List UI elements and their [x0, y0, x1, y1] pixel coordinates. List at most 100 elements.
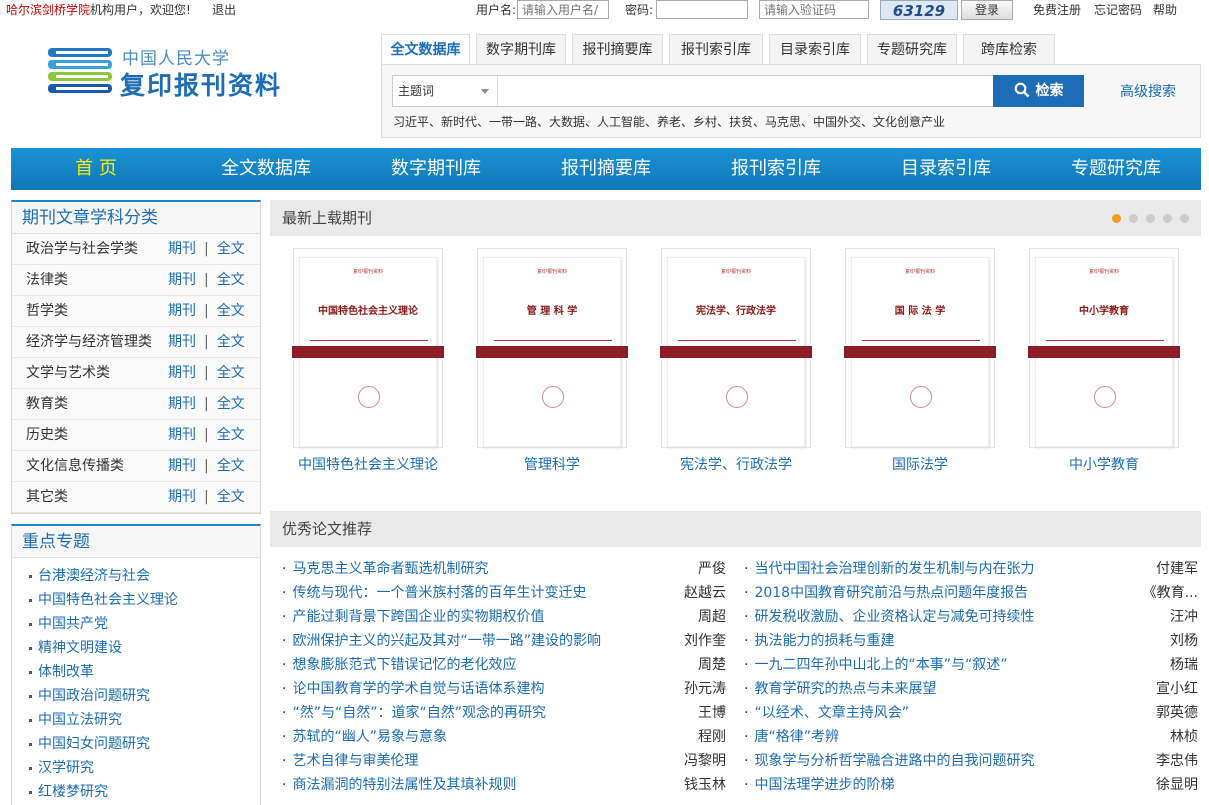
topic-item[interactable]: 中国特色社会主义理论	[12, 588, 260, 612]
journal-cover[interactable]: 复印报刊资料 中国特色社会主义理论	[292, 248, 444, 448]
category-journal-link[interactable]: 期刊	[168, 365, 196, 381]
site-logo[interactable]: 中国人民大学 复印报刊资料	[46, 44, 286, 100]
search-field-select[interactable]: 主题词	[398, 76, 498, 106]
tab-topic[interactable]: 专题研究库	[867, 34, 957, 65]
nav-digital-journal[interactable]: 数字期刊库	[351, 148, 521, 190]
category-fulltext-link[interactable]: 全文	[217, 365, 245, 381]
journal-cover[interactable]: 复印报刊资料国 际 法 学	[844, 248, 996, 448]
topic-item[interactable]: 红楼梦研究	[12, 780, 260, 804]
paper-title[interactable]: 执法能力的损耗与重建	[744, 629, 894, 653]
nav-catalog[interactable]: 目录索引库	[861, 148, 1031, 190]
category-name: 法律类	[26, 272, 68, 288]
paper-title[interactable]: 唐“格律”考辨	[744, 725, 839, 749]
slider-dot[interactable]	[1163, 214, 1172, 223]
paper-title[interactable]: 2018中国教育研究前沿与热点问题年度报告	[744, 581, 1028, 605]
paper-title[interactable]: 艺术自律与审美伦理	[282, 749, 418, 773]
help-link[interactable]: 帮助	[1153, 1, 1177, 18]
journal-card[interactable]: 复印报刊资料管 理 科 学管理科学	[476, 248, 628, 474]
tab-abstract[interactable]: 报刊摘要库	[572, 34, 663, 65]
cover-title: 中国特色社会主义理论	[318, 306, 418, 317]
nav-topic[interactable]: 专题研究库	[1031, 148, 1201, 190]
paper-title[interactable]: 想象膨胀范式下错误记忆的老化效应	[282, 653, 516, 677]
captcha-image[interactable]: 63129	[880, 0, 958, 20]
journal-card[interactable]: 复印报刊资料 中小学教育中小学教育	[1028, 248, 1180, 474]
tab-fulltext[interactable]: 全文数据库	[381, 34, 470, 66]
paper-title[interactable]: 当代中国社会治理创新的发生机制与内在张力	[744, 557, 1034, 581]
tab-cross-db[interactable]: 跨库检索	[963, 34, 1055, 65]
topic-item[interactable]: 精神文明建设	[12, 636, 260, 660]
login-button[interactable]: 登录	[961, 0, 1013, 20]
search-input[interactable]	[503, 77, 983, 105]
category-fulltext-link[interactable]: 全文	[217, 241, 245, 257]
username-input[interactable]	[517, 0, 609, 19]
journal-name[interactable]: 管理科学	[477, 454, 627, 474]
category-fulltext-link[interactable]: 全文	[217, 272, 245, 288]
nav-fulltext[interactable]: 全文数据库	[181, 148, 351, 190]
paper-title[interactable]: 商法漏洞的特别法属性及其填补规则	[282, 773, 516, 797]
paper-title[interactable]: 产能过剩背景下跨国企业的实物期权价值	[282, 605, 544, 629]
topic-item[interactable]: 中国政治问题研究	[12, 684, 260, 708]
paper-title[interactable]: 苏轼的“幽人”易象与意象	[282, 725, 447, 749]
logout-link[interactable]: 退出	[212, 1, 236, 18]
slider-dot[interactable]	[1180, 214, 1189, 223]
register-link[interactable]: 免费注册	[1033, 1, 1081, 18]
journal-card[interactable]: 复印报刊资料 宪法学、行政法学宪法学、行政法学	[660, 248, 812, 474]
topic-item[interactable]: 台港澳经济与社会	[12, 564, 260, 588]
journal-name[interactable]: 中国特色社会主义理论	[293, 454, 443, 474]
paper-title[interactable]: 教育学研究的热点与未来展望	[744, 677, 936, 701]
tab-catalog[interactable]: 目录索引库	[769, 34, 861, 65]
hot-keywords[interactable]: 习近平、新时代、一带一路、大数据、人工智能、养老、乡村、扶贫、马克思、中国外交、…	[393, 113, 945, 130]
topic-item[interactable]: 中国妇女问题研究	[12, 732, 260, 756]
category-fulltext-link[interactable]: 全文	[217, 303, 245, 319]
slider-dot[interactable]	[1112, 214, 1121, 223]
journal-name[interactable]: 国际法学	[845, 454, 995, 474]
captcha-input[interactable]	[759, 0, 869, 19]
topic-item[interactable]: 中国共产党	[12, 612, 260, 636]
paper-title[interactable]: 现象学与分析哲学融合进路中的自我问题研究	[744, 749, 1034, 773]
tab-index[interactable]: 报刊索引库	[669, 34, 763, 65]
nav-home[interactable]: 首 页	[11, 148, 181, 190]
topic-item[interactable]: 体制改革	[12, 660, 260, 684]
category-fulltext-link[interactable]: 全文	[217, 458, 245, 474]
category-fulltext-link[interactable]: 全文	[217, 334, 245, 350]
category-journal-link[interactable]: 期刊	[168, 272, 196, 288]
category-journal-link[interactable]: 期刊	[168, 458, 196, 474]
journal-card[interactable]: 复印报刊资料 中国特色社会主义理论 中国特色社会主义理论	[292, 248, 444, 474]
forgot-password-link[interactable]: 忘记密码	[1094, 1, 1142, 18]
paper-title[interactable]: 论中国教育学的学术自觉与话语体系建构	[282, 677, 544, 701]
paper-title[interactable]: 马克思主义革命者甄选机制研究	[282, 557, 488, 581]
journal-cover[interactable]: 复印报刊资料 中小学教育	[1028, 248, 1180, 448]
org-name[interactable]: 哈尔滨剑桥学院	[6, 3, 90, 17]
paper-title[interactable]: 研发税收激励、企业资格认定与减免可持续性	[744, 605, 1034, 629]
journal-cover[interactable]: 复印报刊资料管 理 科 学	[476, 248, 628, 448]
tab-digital-journal[interactable]: 数字期刊库	[476, 34, 566, 65]
category-journal-link[interactable]: 期刊	[168, 303, 196, 319]
paper-title[interactable]: “以经术、文章主持风会”	[744, 701, 909, 725]
category-fulltext-link[interactable]: 全文	[217, 396, 245, 412]
paper-title[interactable]: 传统与现代：一个普米族村落的百年生计变迁史	[282, 581, 586, 605]
paper-title[interactable]: 欧洲保护主义的兴起及其对“一带一路”建设的影响	[282, 629, 601, 653]
paper-title[interactable]: 中国法理学进步的阶梯	[744, 773, 894, 797]
advanced-search-link[interactable]: 高级搜索	[1120, 81, 1176, 101]
paper-title[interactable]: 一九二四年孙中山北上的“本事”与“叙述”	[744, 653, 1007, 677]
category-journal-link[interactable]: 期刊	[168, 489, 196, 505]
nav-index[interactable]: 报刊索引库	[691, 148, 861, 190]
password-input[interactable]	[656, 0, 748, 19]
slider-dot[interactable]	[1129, 214, 1138, 223]
topic-item[interactable]: 汉学研究	[12, 756, 260, 780]
category-fulltext-link[interactable]: 全文	[217, 427, 245, 443]
nav-abstract[interactable]: 报刊摘要库	[521, 148, 691, 190]
category-journal-link[interactable]: 期刊	[168, 334, 196, 350]
search-button[interactable]: 检索	[993, 75, 1084, 107]
slider-dot[interactable]	[1146, 214, 1155, 223]
journal-name[interactable]: 中小学教育	[1029, 454, 1179, 474]
journal-name[interactable]: 宪法学、行政法学	[661, 454, 811, 474]
category-journal-link[interactable]: 期刊	[168, 427, 196, 443]
category-journal-link[interactable]: 期刊	[168, 396, 196, 412]
journal-cover[interactable]: 复印报刊资料 宪法学、行政法学	[660, 248, 812, 448]
topic-item[interactable]: 中国立法研究	[12, 708, 260, 732]
journal-card[interactable]: 复印报刊资料国 际 法 学国际法学	[844, 248, 996, 474]
category-journal-link[interactable]: 期刊	[168, 241, 196, 257]
category-fulltext-link[interactable]: 全文	[217, 489, 245, 505]
paper-title[interactable]: “然”与“自然”：道家“自然”观念的再研究	[282, 701, 546, 725]
